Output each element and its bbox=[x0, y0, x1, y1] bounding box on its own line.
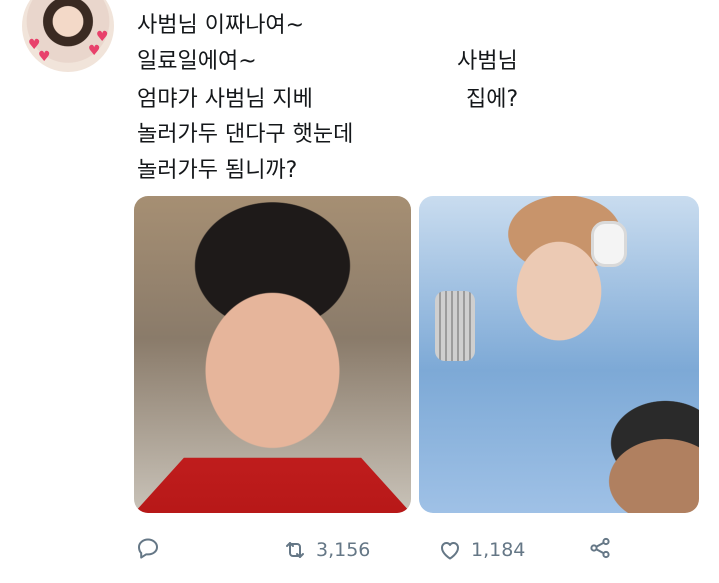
user-avatar[interactable]: ♥ ♥ ♥ ♥ bbox=[22, 0, 114, 72]
reply-icon bbox=[138, 538, 158, 559]
retweet-button[interactable]: 3,156 bbox=[283, 536, 370, 564]
tweet-photo-radio[interactable] bbox=[419, 196, 699, 513]
tweet-text-line: 사범님 이짜나여~ bbox=[137, 13, 305, 38]
tweet-text-line: 놀러가두 됨니까? bbox=[137, 158, 298, 183]
tweet-actions: 3,156 1,184 bbox=[0, 536, 719, 564]
heart-sticker-icon: ♥ bbox=[88, 43, 101, 59]
tweet-text-annotation: 사범님 bbox=[457, 49, 518, 74]
tweet-text-annotation: 집에? bbox=[466, 87, 519, 112]
retweet-icon bbox=[286, 542, 304, 558]
share-button[interactable] bbox=[588, 536, 612, 560]
reply-button[interactable] bbox=[136, 536, 160, 560]
heart-sticker-icon: ♥ bbox=[38, 49, 51, 65]
like-button[interactable]: 1,184 bbox=[438, 536, 525, 564]
share-icon bbox=[590, 537, 610, 559]
headphone-shape bbox=[591, 221, 627, 267]
microphone-shape bbox=[435, 291, 475, 361]
heart-icon bbox=[441, 542, 459, 560]
tweet-text-line: 엄먀가 사범님 지베 bbox=[137, 87, 313, 112]
tweet-photo-child[interactable] bbox=[134, 196, 411, 513]
like-count: 1,184 bbox=[471, 539, 526, 561]
retweet-count: 3,156 bbox=[316, 539, 371, 561]
heart-sticker-icon: ♥ bbox=[96, 29, 109, 45]
tweet-text-line: 놀러가두 댄다구 햇눈데 bbox=[137, 122, 354, 147]
tweet-text-line: 일료일에여~ bbox=[137, 49, 257, 74]
